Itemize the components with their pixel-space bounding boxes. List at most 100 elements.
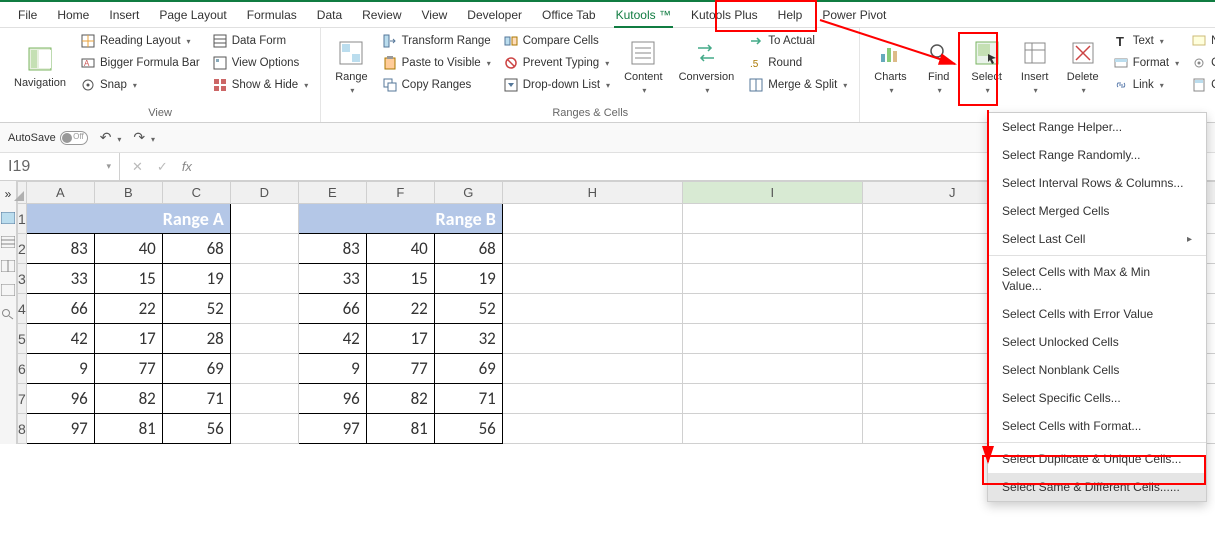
cell[interactable]: 96 [298, 384, 366, 414]
enter-formula-icon[interactable]: ✓ [157, 159, 168, 175]
dropdown-list-button[interactable]: Drop-down List▾ [499, 74, 614, 96]
cell[interactable] [502, 294, 682, 324]
cancel-formula-icon[interactable]: ✕ [132, 159, 143, 175]
cell[interactable]: 32 [434, 324, 502, 354]
column-header[interactable]: E [298, 182, 366, 204]
menu-select-max-min[interactable]: Select Cells with Max & Min Value... [988, 258, 1206, 300]
menu-developer[interactable]: Developer [457, 4, 532, 26]
row-header[interactable]: 4 [18, 294, 27, 324]
menu-data[interactable]: Data [307, 4, 352, 26]
cell[interactable]: 9 [26, 354, 94, 384]
redo-button[interactable]: ↷ ▾ [133, 129, 155, 146]
menu-office-tab[interactable]: Office Tab [532, 4, 606, 26]
cell[interactable]: 96 [26, 384, 94, 414]
delete-button[interactable]: Delete▾ [1061, 30, 1105, 104]
view-options-button[interactable]: View Options [208, 52, 313, 74]
navigation-button[interactable]: Navigation [8, 30, 72, 104]
row-header[interactable]: 5 [18, 324, 27, 354]
cell[interactable]: 52 [434, 294, 502, 324]
cell[interactable] [682, 354, 862, 384]
reading-layout-button[interactable]: Reading Layout▾ [76, 30, 204, 52]
cell[interactable]: 82 [94, 384, 162, 414]
cell[interactable]: 71 [434, 384, 502, 414]
side-tool-2[interactable] [0, 235, 16, 249]
cell[interactable]: 83 [26, 234, 94, 264]
cell[interactable] [682, 294, 862, 324]
cell[interactable]: 19 [162, 264, 230, 294]
oper-button[interactable]: Oper [1187, 52, 1215, 74]
undo-button[interactable]: ↶ ▾ [100, 129, 122, 146]
cell[interactable] [502, 264, 682, 294]
cell[interactable]: 66 [298, 294, 366, 324]
row-header[interactable]: 3 [18, 264, 27, 294]
fx-icon[interactable]: fx [182, 159, 192, 174]
cell[interactable] [230, 384, 298, 414]
menu-power-pivot[interactable]: Power Pivot [812, 4, 896, 26]
conversion-button[interactable]: Conversion▾ [673, 30, 741, 104]
cell[interactable]: 17 [366, 324, 434, 354]
calc-button[interactable]: Calcu [1187, 74, 1215, 96]
cell[interactable]: 69 [162, 354, 230, 384]
text-button[interactable]: TText▾ [1109, 30, 1183, 52]
cell[interactable]: 56 [162, 414, 230, 444]
cell[interactable] [682, 384, 862, 414]
cell[interactable] [230, 294, 298, 324]
column-header[interactable]: A [26, 182, 94, 204]
note-button[interactable]: Note [1187, 30, 1215, 52]
menu-file[interactable]: File [8, 4, 47, 26]
cell[interactable] [230, 324, 298, 354]
insert-button[interactable]: Insert▾ [1013, 30, 1057, 104]
cell[interactable] [230, 204, 298, 234]
cell[interactable]: 28 [162, 324, 230, 354]
cell[interactable] [502, 234, 682, 264]
side-tool-3[interactable] [0, 259, 16, 273]
name-box[interactable]: I19 ▾ [0, 153, 120, 180]
cell[interactable]: 15 [94, 264, 162, 294]
cell[interactable] [230, 354, 298, 384]
select-button[interactable]: Select▾ [965, 30, 1009, 104]
cell[interactable]: 83 [298, 234, 366, 264]
autosave-toggle[interactable]: AutoSave Off [8, 131, 88, 145]
cell[interactable] [502, 354, 682, 384]
transform-range-button[interactable]: Transform Range [378, 30, 495, 52]
column-header[interactable]: D [230, 182, 298, 204]
menu-view[interactable]: View [412, 4, 458, 26]
menu-formulas[interactable]: Formulas [237, 4, 307, 26]
menu-kutools[interactable]: Kutools ™ [606, 4, 681, 26]
cell[interactable]: 71 [162, 384, 230, 414]
cell[interactable]: 69 [434, 354, 502, 384]
column-header[interactable]: H [502, 182, 682, 204]
side-tool-1[interactable] [0, 211, 16, 225]
column-header[interactable]: I [682, 182, 862, 204]
snap-button[interactable]: Snap▾ [76, 74, 204, 96]
charts-button[interactable]: Charts▾ [868, 30, 912, 104]
cell[interactable]: 81 [366, 414, 434, 444]
compare-cells-button[interactable]: Compare Cells [499, 30, 614, 52]
bigger-formula-bar-button[interactable]: ABigger Formula Bar [76, 52, 204, 74]
format-button[interactable]: Format▾ [1109, 52, 1183, 74]
round-button[interactable]: .5Round [744, 52, 851, 74]
paste-to-visible-button[interactable]: Paste to Visible▾ [378, 52, 495, 74]
cell[interactable] [682, 234, 862, 264]
range-a-header[interactable]: Range A [26, 204, 230, 234]
data-form-button[interactable]: Data Form [208, 30, 313, 52]
menu-select-range-helper[interactable]: Select Range Helper... [988, 113, 1206, 141]
side-tool-4[interactable] [0, 283, 16, 297]
side-tool-find[interactable] [0, 307, 16, 321]
cell[interactable]: 77 [366, 354, 434, 384]
menu-select-nonblank[interactable]: Select Nonblank Cells [988, 356, 1206, 384]
row-header[interactable]: 6 [18, 354, 27, 384]
row-header[interactable]: 7 [18, 384, 27, 414]
menu-select-range-randomly[interactable]: Select Range Randomly... [988, 141, 1206, 169]
find-button[interactable]: Find▾ [917, 30, 961, 104]
menu-insert[interactable]: Insert [99, 4, 149, 26]
cell[interactable]: 40 [366, 234, 434, 264]
column-header[interactable]: F [366, 182, 434, 204]
cell[interactable]: 42 [298, 324, 366, 354]
cell[interactable]: 15 [366, 264, 434, 294]
menu-kutools-plus[interactable]: Kutools Plus [681, 4, 768, 26]
menu-select-last-cell[interactable]: Select Last Cell▸ [988, 225, 1206, 253]
menu-select-duplicate-unique[interactable]: Select Duplicate & Unique Cells... [988, 445, 1206, 473]
menu-page-layout[interactable]: Page Layout [149, 4, 236, 26]
copy-ranges-button[interactable]: Copy Ranges [378, 74, 495, 96]
